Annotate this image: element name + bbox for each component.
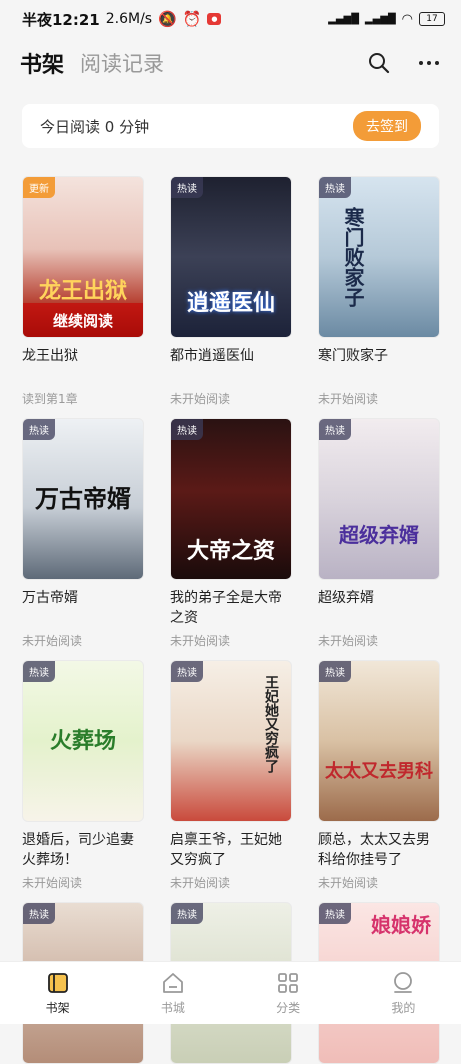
- status-bar: 半夜12:21 2.6M/s 🔕 ⏰ ● ▂▄▆█ ▂▄▆█ ◠ 17: [0, 0, 461, 38]
- nav-category[interactable]: 分类: [231, 962, 346, 1024]
- book-item[interactable]: 热读 寒门败家子 寒门败家子 未开始阅读: [318, 176, 440, 407]
- cover-title-text: 逍遥医仙: [186, 290, 275, 316]
- book-progress: 未开始阅读: [170, 634, 231, 648]
- book-progress: 未开始阅读: [170, 876, 231, 890]
- book-title: 龙王出狱: [22, 348, 78, 364]
- bell-off-icon: 🔕: [158, 10, 177, 28]
- hot-badge: 热读: [171, 419, 203, 440]
- search-icon[interactable]: [367, 51, 391, 75]
- book-progress: 未开始阅读: [318, 634, 379, 648]
- cover-title-text: 超级弃婿: [339, 523, 419, 547]
- book-item[interactable]: 热读 太太又去男科 顾总，太太又去男科给你挂号了 未开始阅读: [318, 660, 440, 891]
- cover-title-text: 寒门败家子: [341, 207, 365, 307]
- book-item[interactable]: 热读 王妃她又穷疯了 启禀王爷，王妃她又穷疯了 未开始阅读: [170, 660, 292, 891]
- book-progress: 未开始阅读: [318, 876, 379, 890]
- book-item[interactable]: 更新 龙王出狱 继续阅读 龙王出狱 读到第1章: [22, 176, 144, 407]
- book-cover[interactable]: 热读 寒门败家子: [318, 176, 440, 338]
- book-progress: 未开始阅读: [318, 392, 379, 406]
- book-cover[interactable]: 热读 万古帝婿: [22, 418, 144, 580]
- tab-bookshelf[interactable]: 书架: [20, 47, 64, 79]
- book-progress: 读到第1章: [22, 392, 78, 406]
- book-title: 启禀王爷，王妃她又穷疯了: [170, 832, 282, 868]
- book-item[interactable]: 热读 大帝之资 我的弟子全是大帝之资 未开始阅读: [170, 418, 292, 649]
- nav-bookstore[interactable]: 书城: [115, 962, 230, 1024]
- alarm-icon: ⏰: [182, 10, 202, 28]
- hot-badge: 热读: [319, 419, 351, 440]
- cover-title-text: 太太又去男科: [325, 761, 433, 782]
- book-cover[interactable]: 热读 超级弃婿: [318, 418, 440, 580]
- book-item[interactable]: 热读 火葬场 退婚后，司少追妻火葬场！ 未开始阅读: [22, 660, 144, 891]
- hot-badge: 热读: [319, 661, 351, 682]
- status-speed: 2.6M/s: [105, 11, 153, 27]
- battery-icon: 17: [419, 12, 445, 26]
- nav-label: 书城: [160, 1000, 185, 1015]
- hot-badge: 热读: [23, 661, 55, 682]
- nav-label: 书架: [45, 1000, 70, 1015]
- wifi-icon: ◠: [401, 11, 413, 27]
- book-title: 超级弃婿: [318, 590, 374, 606]
- book-cover[interactable]: 热读 大帝之资: [170, 418, 292, 580]
- book-progress: 未开始阅读: [22, 634, 83, 648]
- bottom-nav: 书架 书城 分类 我的: [0, 961, 461, 1024]
- check-in-button[interactable]: 去签到: [353, 111, 421, 141]
- book-cover[interactable]: 更新 龙王出狱 继续阅读: [22, 176, 144, 338]
- book-title: 退婚后，司少追妻火葬场！: [22, 832, 134, 868]
- cover-title-text: 火葬场: [49, 728, 116, 754]
- signal-icon-2: ▂▄▆█: [364, 13, 396, 25]
- book-item[interactable]: 热读 万古帝婿 万古帝婿 未开始阅读: [22, 418, 144, 649]
- book-title: 寒门败家子: [318, 348, 388, 364]
- continue-reading-label[interactable]: 继续阅读: [23, 303, 143, 337]
- cover-title-text: 大帝之资: [186, 538, 275, 564]
- store-icon: [162, 972, 183, 993]
- today-reading-time: 今日阅读 0 分钟: [40, 117, 150, 136]
- hot-badge: 热读: [171, 903, 203, 924]
- hot-badge: 热读: [319, 177, 351, 198]
- book-cover[interactable]: 热读 逍遥医仙: [170, 176, 292, 338]
- book-title: 万古帝婿: [22, 590, 78, 606]
- category-icon: [278, 972, 299, 993]
- book-progress: 未开始阅读: [22, 876, 83, 890]
- more-icon[interactable]: [417, 51, 441, 75]
- nav-label: 我的: [391, 1000, 416, 1015]
- hot-badge: 热读: [23, 419, 55, 440]
- book-cover[interactable]: 热读 火葬场: [22, 660, 144, 822]
- cover-title-text: 王妃她又穷疯了: [263, 675, 279, 773]
- profile-icon: [394, 971, 413, 993]
- hot-badge: 热读: [171, 177, 203, 198]
- book-title: 我的弟子全是大帝之资: [170, 590, 282, 626]
- signal-icon: ▂▄▆█: [328, 13, 359, 25]
- hot-badge: 热读: [319, 903, 351, 924]
- top-header: 书架 阅读记录: [0, 38, 461, 88]
- status-time: 半夜12:21: [22, 10, 100, 29]
- nav-bookshelf[interactable]: 书架: [0, 962, 115, 1024]
- tab-reading-history[interactable]: 阅读记录: [80, 48, 164, 78]
- notification-icon: ●: [207, 13, 222, 25]
- nav-label: 分类: [276, 1000, 301, 1015]
- reading-time-banner: 今日阅读 0 分钟 去签到: [22, 104, 439, 148]
- book-cover[interactable]: 热读 太太又去男科: [318, 660, 440, 822]
- book-item[interactable]: 热读 超级弃婿 超级弃婿 未开始阅读: [318, 418, 440, 649]
- book-cover[interactable]: 热读 王妃她又穷疯了: [170, 660, 292, 822]
- hot-badge: 热读: [23, 903, 55, 924]
- bookshelf-icon: [47, 972, 68, 993]
- hot-badge: 热读: [171, 661, 203, 682]
- update-badge: 更新: [23, 177, 55, 198]
- nav-mine[interactable]: 我的: [346, 962, 461, 1024]
- cover-title-text: 娘娘娇: [371, 913, 431, 937]
- book-progress: 未开始阅读: [170, 392, 231, 406]
- book-title: 顾总，太太又去男科给你挂号了: [318, 832, 430, 868]
- cover-title-text: 万古帝婿: [35, 484, 131, 513]
- cover-title-text: 龙王出狱: [38, 278, 127, 304]
- book-title: 都市逍遥医仙: [170, 348, 254, 364]
- book-item[interactable]: 热读 逍遥医仙 都市逍遥医仙 未开始阅读: [170, 176, 292, 407]
